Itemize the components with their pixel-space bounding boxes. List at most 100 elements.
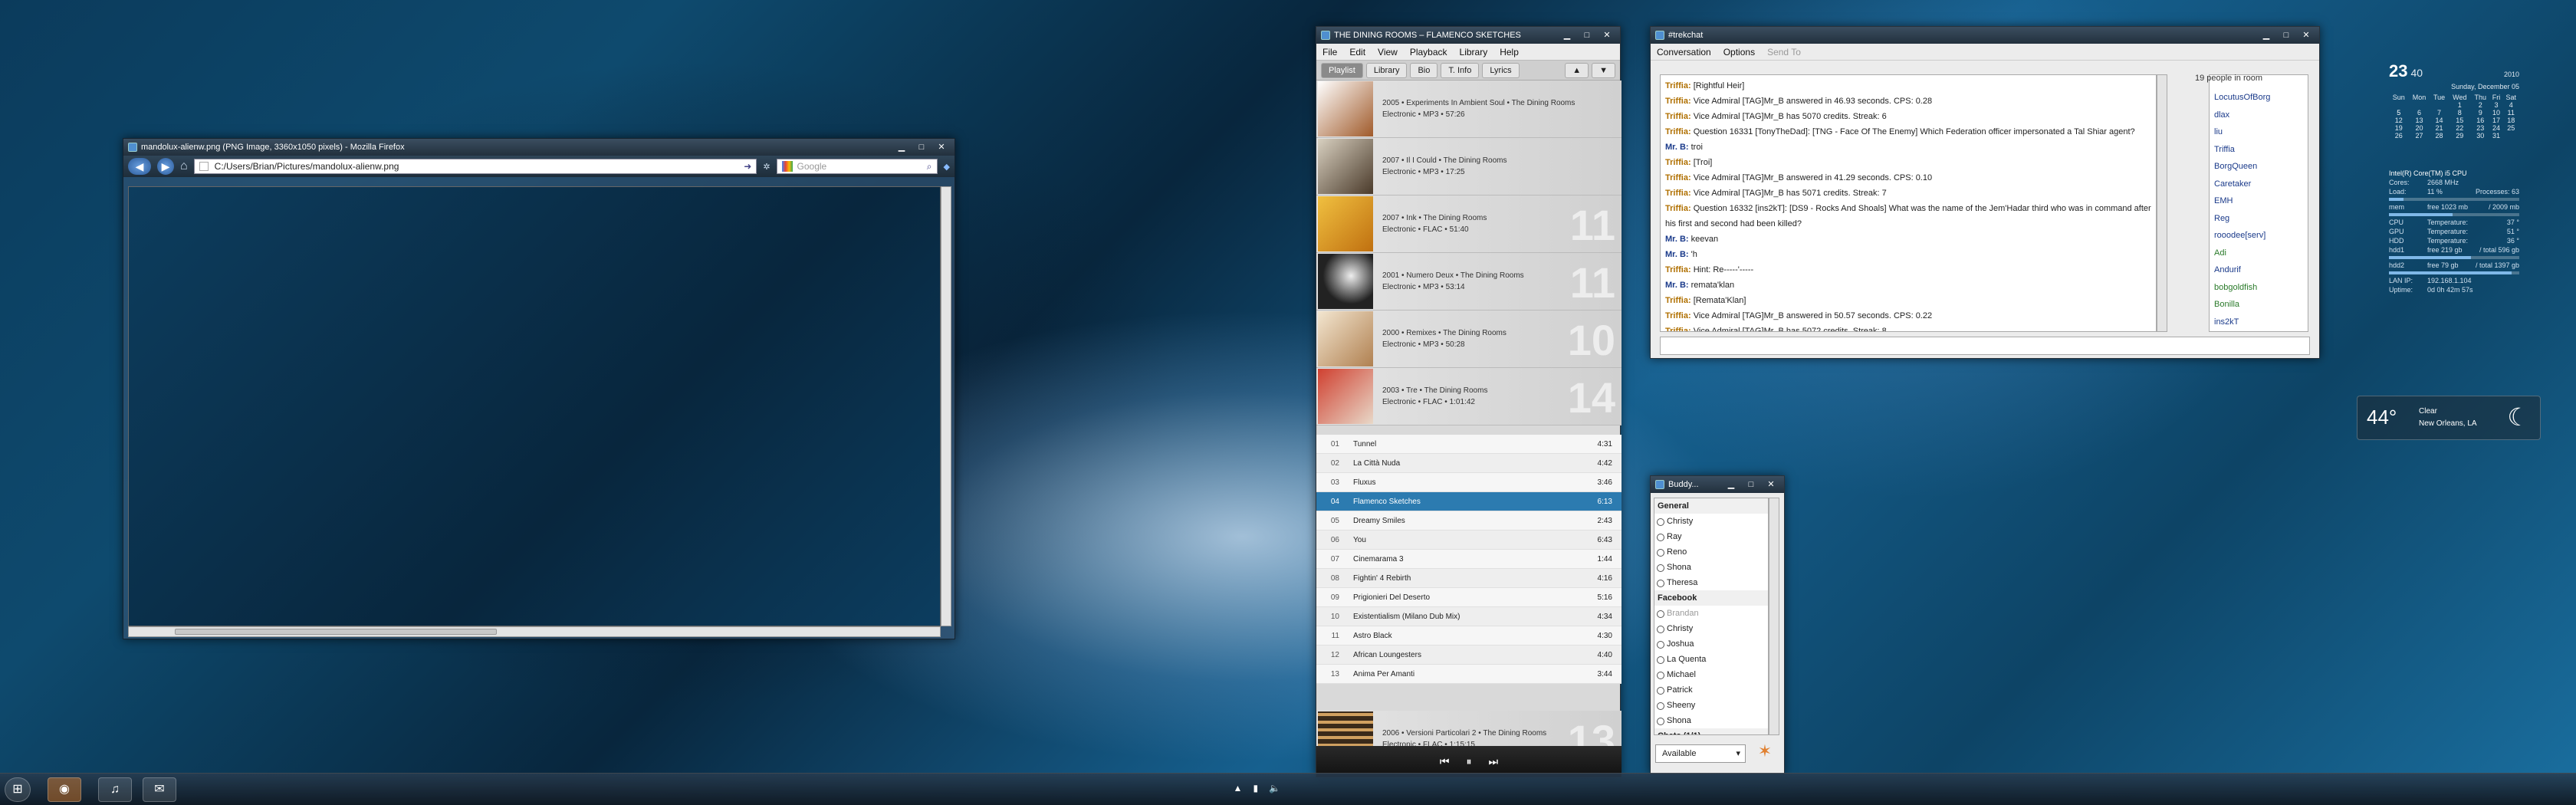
track-row[interactable]: 09 Prigionieri Del Deserto 5:16	[1316, 588, 1622, 607]
buddy-group[interactable]: Facebook	[1654, 590, 1768, 606]
calendar-day[interactable]: 1	[2449, 101, 2471, 109]
menu-file[interactable]: File	[1316, 47, 1343, 58]
calendar-day[interactable]: 30	[2471, 132, 2490, 140]
calendar-day[interactable]: 9	[2471, 109, 2490, 117]
search-icon[interactable]: ⌕	[927, 161, 932, 172]
scroll-down-button[interactable]: ▼	[1592, 62, 1615, 78]
buddy-item[interactable]: Sheeny	[1654, 698, 1768, 713]
menu-playback[interactable]: Playback	[1404, 47, 1454, 58]
calendar-day[interactable]: 7	[2430, 109, 2448, 117]
minimize-button[interactable]: ▁	[893, 142, 910, 153]
tray-arrow-icon[interactable]: ▲	[1234, 783, 1243, 794]
calendar-day[interactable]	[2502, 132, 2519, 140]
close-button[interactable]: ✕	[2298, 30, 2315, 41]
buddy-item[interactable]: Joshua	[1654, 636, 1768, 652]
room-user[interactable]: Bonilla	[2214, 296, 2308, 314]
tab-playlist[interactable]: Playlist	[1321, 62, 1363, 78]
scroll-thumb[interactable]	[175, 629, 497, 635]
album-row[interactable]: 2001 • Numero Deux • The Dining Rooms Ele…	[1316, 253, 1622, 310]
url-bar[interactable]: C:/Users/Brian/Pictures/mandolux-alienw.…	[193, 159, 757, 174]
room-user[interactable]: Triffia	[2214, 141, 2308, 159]
buddy-item[interactable]: Shona	[1654, 560, 1768, 575]
calendar-day[interactable]: 12	[2389, 117, 2409, 124]
volume-icon[interactable]: 🔈	[1269, 783, 1280, 794]
calendar-day[interactable]: 21	[2430, 124, 2448, 132]
close-button[interactable]: ✕	[1598, 30, 1615, 41]
calendar-day[interactable]: 19	[2389, 124, 2409, 132]
track-row[interactable]: 03 Fluxus 3:46	[1316, 473, 1622, 492]
track-row[interactable]: 11 Astro Black 4:30	[1316, 626, 1622, 646]
track-row[interactable]: 05 Dreamy Smiles 2:43	[1316, 511, 1622, 531]
menu-send-to[interactable]: Send To	[1761, 47, 1807, 58]
room-user[interactable]: rooodee[serv]	[2214, 227, 2308, 245]
calendar-day[interactable]: 5	[2389, 109, 2409, 117]
calendar-day[interactable]: 2	[2471, 101, 2490, 109]
buddy-item[interactable]: Reno	[1654, 544, 1768, 560]
calendar-day[interactable]: 18	[2502, 117, 2519, 124]
maximize-button[interactable]: □	[1579, 30, 1595, 41]
room-user[interactable]: EMH	[2214, 192, 2308, 210]
calendar-day[interactable]: 26	[2389, 132, 2409, 140]
home-icon[interactable]: ⌂	[180, 159, 188, 173]
maximize-button[interactable]: □	[913, 142, 930, 153]
calendar-day[interactable]: 6	[2409, 109, 2430, 117]
calendar-day[interactable]: 14	[2430, 117, 2448, 124]
calendar-day[interactable]: 23	[2471, 124, 2490, 132]
album-row[interactable]: 2000 • Remixes • The Dining Rooms Electro…	[1316, 310, 1622, 368]
room-user[interactable]: LocutusOfBorg	[2214, 89, 2308, 107]
chat-scrollbar[interactable]	[2157, 74, 2167, 332]
status-selector[interactable]: Available ▾	[1655, 744, 1746, 763]
buddy-item[interactable]: La Quenta	[1654, 652, 1768, 667]
close-button[interactable]: ✕	[1763, 479, 1779, 491]
calendar-day[interactable]: 24	[2490, 124, 2503, 132]
track-row[interactable]: 08 Fightin' 4 Rebirth 4:16	[1316, 569, 1622, 588]
vertical-scrollbar[interactable]	[941, 186, 951, 626]
buddy-item[interactable]: Theresa	[1654, 575, 1768, 590]
maximize-button[interactable]: □	[2278, 30, 2295, 41]
room-user[interactable]: ins2kT	[2214, 314, 2308, 331]
tab-track-info[interactable]: T. Info	[1441, 62, 1480, 78]
track-row[interactable]: 12 African Loungesters 4:40	[1316, 646, 1622, 665]
start-orb-icon[interactable]: ⊞	[5, 777, 31, 802]
menu-help[interactable]: Help	[1493, 47, 1525, 58]
maximize-button[interactable]: □	[1743, 479, 1760, 491]
close-button[interactable]: ✕	[933, 142, 950, 153]
calendar-day[interactable]: 16	[2471, 117, 2490, 124]
calendar-day[interactable]	[2409, 101, 2430, 109]
calendar-day[interactable]: 25	[2502, 124, 2519, 132]
album-row[interactable]: 2007 • Ink • The Dining Rooms Electronic …	[1316, 196, 1622, 253]
calendar-day[interactable]: 20	[2409, 124, 2430, 132]
calendar-day[interactable]: 8	[2449, 109, 2471, 117]
tab-lyrics[interactable]: Lyrics	[1482, 62, 1520, 78]
chevron-down-icon[interactable]: ▾	[1736, 745, 1745, 762]
calendar-day[interactable]: 15	[2449, 117, 2471, 124]
calendar-day[interactable]	[2389, 101, 2409, 109]
back-button[interactable]: ◀	[128, 158, 151, 175]
minimize-button[interactable]: ▁	[1559, 30, 1576, 41]
album-row[interactable]: 2007 • Il I Could • The Dining Rooms Elec…	[1316, 138, 1622, 196]
firefox-taskbar-icon[interactable]: ◉	[48, 777, 81, 802]
calendar-day[interactable]: 3	[2490, 101, 2503, 109]
calendar-day[interactable]: 31	[2490, 132, 2503, 140]
itunes-taskbar-icon[interactable]: ♫	[98, 777, 132, 802]
message-input[interactable]	[1660, 337, 2310, 355]
chat-titlebar[interactable]: #trekchat ▁ □ ✕	[1651, 27, 2319, 44]
room-user[interactable]: BorgQueen	[2214, 158, 2308, 176]
buddy-item[interactable]: Shona	[1654, 713, 1768, 728]
menu-edit[interactable]: Edit	[1343, 47, 1372, 58]
album-row[interactable]: 2005 • Experiments In Ambient Soul • The…	[1316, 80, 1622, 138]
track-row[interactable]: 06 You 6:43	[1316, 531, 1622, 550]
calendar-day[interactable]: 10	[2490, 109, 2503, 117]
menu-conversation[interactable]: Conversation	[1651, 47, 1717, 58]
calendar-day[interactable]: 17	[2490, 117, 2503, 124]
buddy-titlebar[interactable]: Buddy... ▁ □ ✕	[1651, 476, 1784, 493]
calendar-day[interactable]: 4	[2502, 101, 2519, 109]
horizontal-scrollbar[interactable]	[128, 626, 941, 637]
buddy-item[interactable]: Christy	[1654, 621, 1768, 636]
track-row[interactable]: 01 Tunnel 4:31	[1316, 435, 1622, 454]
firefox-titlebar[interactable]: mandolux-alienw.png (PNG Image, 3360x105…	[123, 139, 955, 156]
calendar-day[interactable]	[2430, 101, 2448, 109]
forward-button[interactable]: ▶	[157, 158, 174, 175]
calendar-day[interactable]: 29	[2449, 132, 2471, 140]
gear-icon[interactable]: ✲	[763, 162, 770, 172]
